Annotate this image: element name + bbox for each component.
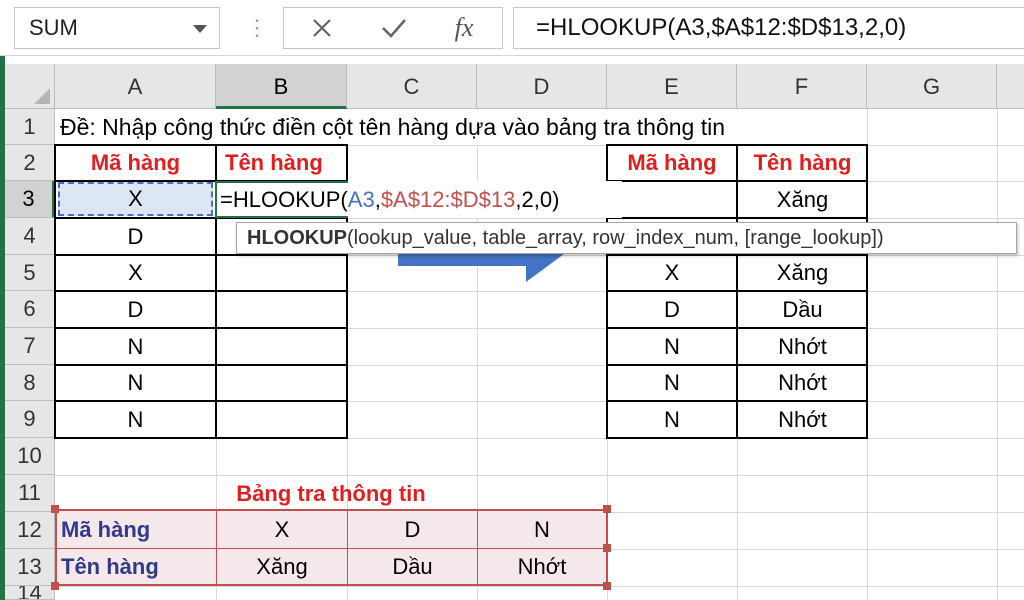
row-header-9[interactable]: 9 bbox=[5, 401, 55, 438]
right-header-ma-hang[interactable]: Mã hàng bbox=[608, 146, 736, 180]
right-table-line bbox=[607, 217, 867, 219]
lookup-b12[interactable]: X bbox=[217, 511, 347, 548]
lookup-label-ma-hang[interactable]: Mã hàng bbox=[57, 511, 216, 548]
column-header-c[interactable]: C bbox=[347, 64, 477, 109]
cell-f7[interactable]: Nhớt bbox=[738, 329, 867, 364]
row-header-2[interactable]: 2 bbox=[5, 145, 55, 181]
lookup-label-ten-hang[interactable]: Tên hàng bbox=[57, 549, 216, 585]
cell-a6[interactable]: D bbox=[56, 292, 215, 327]
row-header-4[interactable]: 4 bbox=[5, 218, 55, 255]
row-header-3[interactable]: 3 bbox=[5, 181, 55, 218]
cell-a3[interactable]: X bbox=[58, 182, 213, 216]
formula-input[interactable]: =HLOOKUP(A3,$A$12:$D$13,2,0) bbox=[513, 7, 1024, 49]
function-tooltip[interactable]: HLOOKUP(lookup_value, table_array, row_i… bbox=[236, 222, 1017, 254]
gridline bbox=[997, 109, 998, 600]
formula-ref-a3: A3 bbox=[347, 186, 375, 212]
row-header-10[interactable]: 10 bbox=[5, 438, 55, 475]
enter-icon[interactable] bbox=[364, 8, 424, 48]
lookup-d13[interactable]: Nhớt bbox=[478, 549, 606, 585]
function-icon[interactable]: fx bbox=[434, 8, 494, 48]
cell-f5[interactable]: Xăng bbox=[738, 256, 867, 290]
select-all-icon[interactable] bbox=[5, 64, 55, 109]
column-header-e[interactable]: E bbox=[607, 64, 737, 109]
cell-e5[interactable]: X bbox=[608, 256, 736, 290]
lookup-c12[interactable]: D bbox=[348, 511, 477, 548]
column-header-h[interactable] bbox=[997, 64, 1024, 109]
cell-f9[interactable]: Nhớt bbox=[738, 402, 867, 437]
title-cell-a1[interactable]: Đề: Nhập công thức điền cột tên hàng dựa… bbox=[56, 110, 866, 145]
cell-a5[interactable]: X bbox=[56, 256, 215, 290]
row-header-13[interactable]: 13 bbox=[5, 549, 55, 586]
name-box[interactable]: SUM bbox=[14, 7, 220, 49]
row-header-11[interactable]: 11 bbox=[5, 475, 55, 512]
lookup-c13[interactable]: Dầu bbox=[348, 549, 477, 585]
row-header-7[interactable]: 7 bbox=[5, 328, 55, 365]
cell-f8[interactable]: Nhớt bbox=[738, 366, 867, 400]
row-header-5[interactable]: 5 bbox=[5, 255, 55, 291]
cell-f6[interactable]: Dầu bbox=[738, 292, 867, 327]
header-ma-hang[interactable]: Mã hàng bbox=[56, 146, 215, 180]
row-header-1[interactable]: 1 bbox=[5, 109, 55, 145]
cell-a7[interactable]: N bbox=[56, 329, 215, 364]
range-handle[interactable] bbox=[51, 505, 59, 513]
cell-a9[interactable]: N bbox=[56, 402, 215, 437]
cell-e7[interactable]: N bbox=[608, 329, 736, 364]
cell-e6[interactable]: D bbox=[608, 292, 736, 327]
formula-buttons: fx bbox=[283, 7, 503, 49]
dropdown-arrow-icon[interactable] bbox=[193, 25, 207, 33]
tooltip-function-name[interactable]: HLOOKUP bbox=[247, 227, 347, 249]
cancel-icon[interactable] bbox=[292, 8, 352, 48]
column-header-a[interactable]: A bbox=[55, 64, 216, 109]
column-header-f[interactable]: F bbox=[737, 64, 867, 109]
cell-e9[interactable]: N bbox=[608, 402, 736, 437]
range-handle[interactable] bbox=[51, 582, 59, 590]
row-header-12[interactable]: 12 bbox=[5, 512, 55, 549]
formula-ref-range: $A$12:$D$13 bbox=[380, 186, 516, 212]
cell-f3[interactable]: Xăng bbox=[738, 182, 867, 217]
row-header-8[interactable]: 8 bbox=[5, 365, 55, 401]
cell-e8[interactable]: N bbox=[608, 366, 736, 400]
active-cell-border bbox=[215, 181, 348, 218]
row-header-14[interactable]: 14 bbox=[5, 586, 55, 600]
tooltip-arguments: (lookup_value, table_array, row_index_nu… bbox=[347, 227, 884, 249]
lookup-d12[interactable]: N bbox=[478, 511, 606, 548]
name-box-value: SUM bbox=[29, 15, 78, 40]
lookup-table-title[interactable]: Bảng tra thông tin bbox=[56, 476, 606, 511]
row-header-6[interactable]: 6 bbox=[5, 291, 55, 328]
range-handle[interactable] bbox=[603, 505, 611, 513]
range-handle[interactable] bbox=[603, 544, 611, 552]
gridline bbox=[55, 586, 1024, 587]
header-ten-hang[interactable]: Tên hàng bbox=[217, 146, 347, 180]
formula-bar: SUM ⋮ fx =HLOOKUP(A3,$A$12:$D$13,2,0) bbox=[0, 0, 1024, 56]
right-header-ten-hang[interactable]: Tên hàng bbox=[738, 146, 867, 180]
column-header-d[interactable]: D bbox=[477, 64, 607, 109]
formula-suffix: ,2,0) bbox=[515, 186, 560, 212]
lookup-b13[interactable]: Xăng bbox=[217, 549, 347, 585]
range-handle[interactable] bbox=[603, 582, 611, 590]
column-header-b[interactable]: B bbox=[216, 64, 347, 109]
column-header-g[interactable]: G bbox=[867, 64, 997, 109]
more-options-icon[interactable]: ⋮ bbox=[246, 12, 268, 44]
cell-e3[interactable] bbox=[608, 182, 736, 217]
cell-a8[interactable]: N bbox=[56, 366, 215, 400]
cell-a4[interactable]: D bbox=[56, 219, 215, 254]
